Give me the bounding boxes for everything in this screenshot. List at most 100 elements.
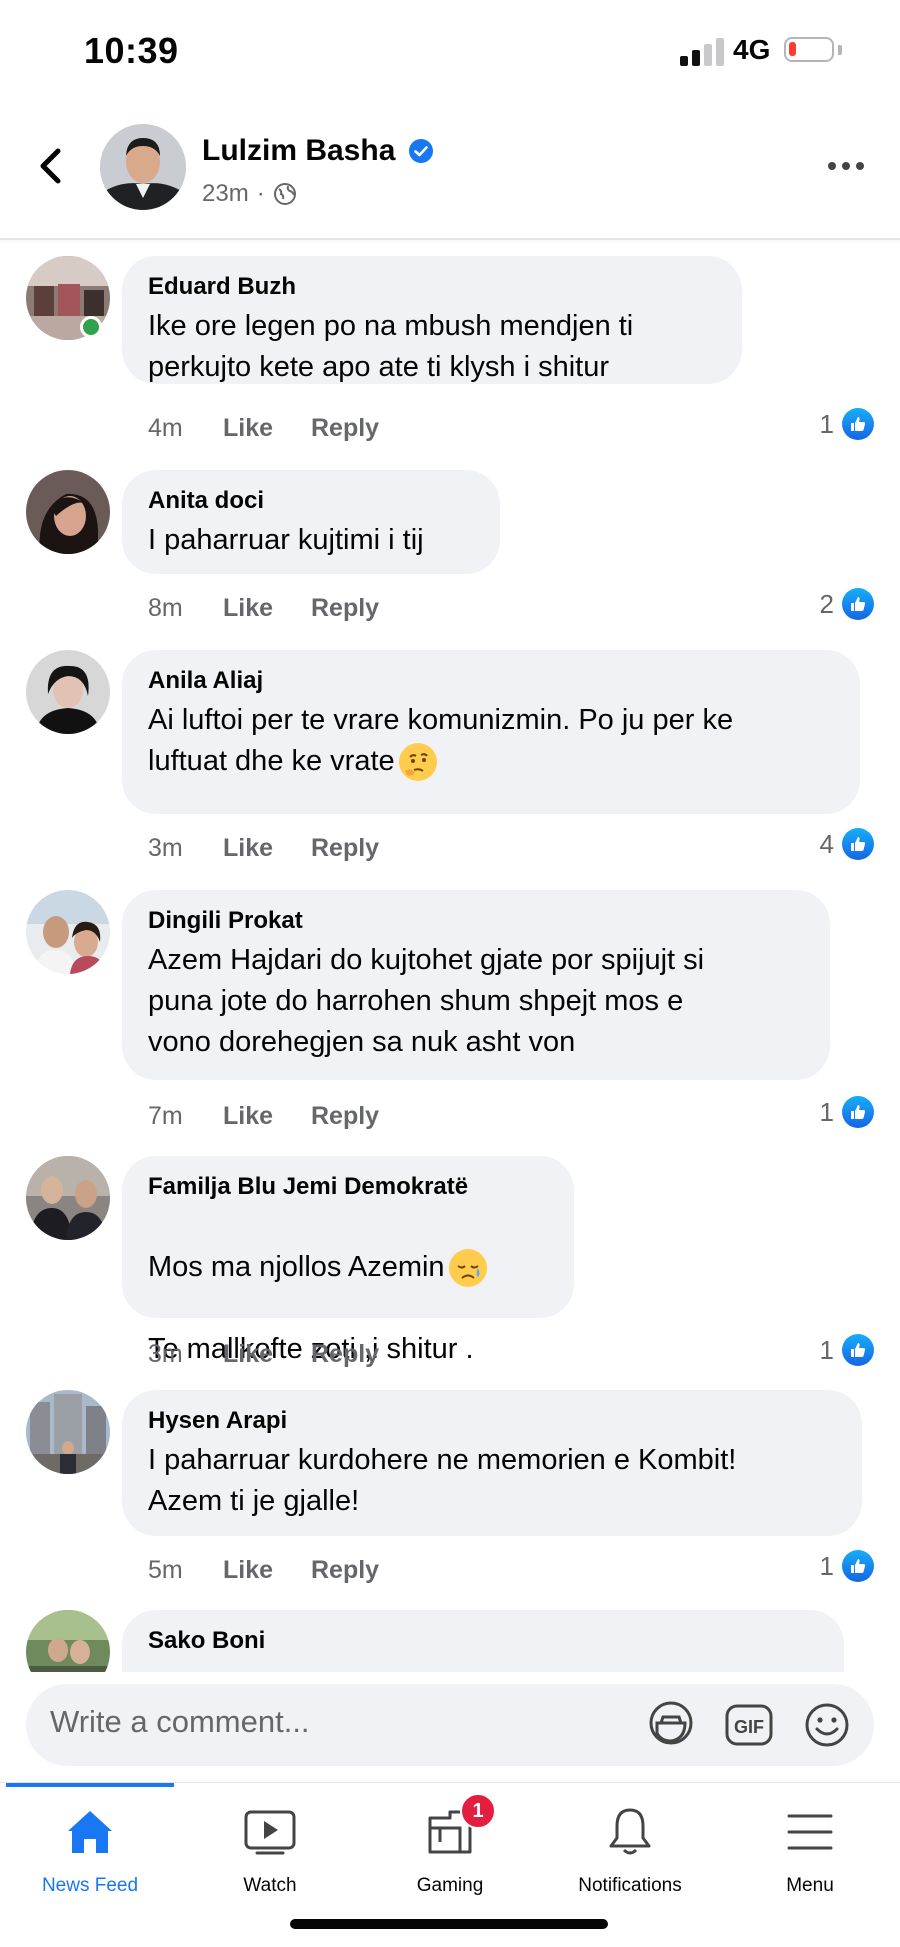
comment-bubble[interactable]: Dingili Prokat Azem Hajdari do kujtohet …: [122, 890, 830, 1080]
reply-button[interactable]: Reply: [311, 1556, 379, 1585]
commenter-avatar[interactable]: [26, 1156, 110, 1240]
sticker-button[interactable]: [644, 1698, 698, 1752]
reaction-count[interactable]: 1: [820, 1550, 874, 1582]
reply-button[interactable]: Reply: [311, 1340, 379, 1369]
reaction-number: 2: [819, 588, 834, 619]
battery-tip: [838, 45, 842, 55]
reply-button[interactable]: Reply: [311, 594, 379, 623]
commenter-avatar[interactable]: [26, 890, 110, 974]
comment-text: Mos ma njollos Azemin Te mallkofte zoti …: [148, 1206, 548, 1411]
reply-button[interactable]: Reply: [311, 834, 379, 863]
commenter-avatar[interactable]: [26, 1390, 110, 1474]
comment-bubble[interactable]: Sako Boni: [122, 1610, 844, 1672]
commenter-avatar[interactable]: [26, 650, 110, 734]
comment-input[interactable]: Write a comment...: [50, 1704, 310, 1740]
home-icon: [0, 1801, 180, 1863]
comment-time: 4m: [148, 414, 183, 442]
comment-bubble[interactable]: Familja Blu Jemi Demokratë Mos ma njollo…: [122, 1156, 574, 1365]
signal-icon: [680, 36, 724, 66]
commenter-avatar[interactable]: [26, 1610, 110, 1672]
commenter-name[interactable]: Hysen Arapi: [148, 1406, 836, 1436]
status-time: 10:39: [84, 30, 179, 71]
notification-badge: 1: [460, 1793, 496, 1829]
gif-button[interactable]: GIF: [722, 1698, 776, 1752]
reply-button[interactable]: Reply: [311, 1102, 379, 1131]
smiley-icon: [805, 1703, 849, 1747]
like-button[interactable]: Like: [223, 834, 311, 863]
commenter-name[interactable]: Sako Boni: [148, 1626, 818, 1656]
reaction-count[interactable]: 1: [820, 1096, 874, 1128]
post-meta: 23m ·: [202, 180, 297, 208]
post-header: Lulzim Basha 23m ·: [0, 100, 900, 240]
tab-watch[interactable]: Watch: [180, 1801, 360, 1897]
tab-label: Watch: [243, 1875, 297, 1896]
comment-text-content: Mos ma njollos Azemin: [148, 1251, 445, 1283]
tab-gaming[interactable]: 1 Gaming: [360, 1793, 540, 1897]
tab-label: Menu: [786, 1875, 834, 1896]
like-button[interactable]: Like: [223, 1556, 311, 1585]
more-options-button[interactable]: [828, 156, 868, 176]
sticker-icon: [649, 1701, 693, 1745]
like-button[interactable]: Like: [223, 594, 311, 623]
author-avatar[interactable]: [100, 124, 186, 210]
active-tab-indicator: [6, 1783, 174, 1787]
commenter-name[interactable]: Anila Aliaj: [148, 666, 834, 696]
comment-input-container[interactable]: Write a comment... GIF: [26, 1684, 874, 1766]
globe-icon: [273, 183, 296, 205]
like-button[interactable]: Like: [223, 414, 311, 443]
comments-list: Eduard Buzh Ike ore legen po na mbush me…: [0, 240, 900, 1672]
svg-text:GIF: GIF: [734, 1717, 764, 1737]
comment-actions: 7m Like Reply: [148, 1102, 379, 1131]
comment-bubble[interactable]: Eduard Buzh Ike ore legen po na mbush me…: [122, 256, 742, 384]
comment-bubble[interactable]: Hysen Arapi I paharruar kurdohere ne mem…: [122, 1390, 862, 1536]
comment-actions: 5m Like Reply: [148, 1556, 379, 1585]
like-reaction-icon: [842, 1096, 874, 1128]
comment-bubble[interactable]: Anila Aliaj Ai luftoi per te vrare komun…: [122, 650, 860, 814]
comment-time: 3m: [148, 1340, 183, 1368]
tab-menu[interactable]: Menu: [720, 1801, 900, 1897]
reaction-count[interactable]: 1: [820, 408, 874, 440]
bell-icon: [540, 1801, 720, 1863]
tab-label: News Feed: [41, 1875, 139, 1896]
reaction-count[interactable]: 1: [820, 1334, 874, 1366]
battery-icon: [784, 37, 834, 62]
commenter-name[interactable]: Eduard Buzh: [148, 272, 716, 302]
chevron-left-icon: [40, 148, 61, 184]
gaming-icon: 1: [360, 1793, 540, 1863]
author-name[interactable]: Lulzim Basha: [202, 134, 395, 168]
tab-notifications[interactable]: Notifications: [540, 1801, 720, 1897]
verified-badge-icon: [409, 139, 433, 163]
watch-icon: [180, 1801, 360, 1863]
reaction-number: 1: [819, 1096, 834, 1127]
like-reaction-icon: [842, 828, 874, 860]
comment-text-content: Ai luftoi per te vrare komunizmin. Po ju…: [148, 704, 734, 777]
comment-text: Ike ore legen po na mbush mendjen ti per…: [148, 310, 634, 383]
reaction-number: 4: [819, 828, 834, 859]
reaction-count[interactable]: 4: [820, 828, 874, 860]
comment-text-line: Mos ma njollos Azemin: [148, 1247, 548, 1288]
comment-time: 8m: [148, 594, 183, 622]
sad-face-emoji-icon: [448, 1249, 487, 1288]
comment-bubble[interactable]: Anita doci I paharruar kujtimi i tij: [122, 470, 500, 574]
post-time[interactable]: 23m: [202, 180, 249, 208]
like-reaction-icon: [842, 1334, 874, 1366]
tab-news-feed[interactable]: News Feed: [0, 1801, 180, 1897]
tab-label: Gaming: [416, 1875, 484, 1896]
like-button[interactable]: Like: [223, 1102, 311, 1131]
back-button[interactable]: [30, 146, 70, 186]
like-button[interactable]: Like: [223, 1340, 311, 1369]
comment-time: 7m: [148, 1102, 183, 1130]
bottom-tab-bar: News Feed Watch 1 Gaming Notifications M…: [0, 1782, 900, 1947]
reply-button[interactable]: Reply: [311, 414, 379, 443]
like-reaction-icon: [842, 408, 874, 440]
commenter-name[interactable]: Anita doci: [148, 486, 474, 516]
comment-text: Azem Hajdari do kujtohet gjate por spiju…: [148, 944, 705, 1058]
commenter-name[interactable]: Dingili Prokat: [148, 906, 804, 936]
comment-time: 3m: [148, 834, 183, 862]
emoji-button[interactable]: [800, 1698, 854, 1752]
commenter-avatar[interactable]: [26, 470, 110, 554]
menu-icon: [720, 1801, 900, 1863]
commenter-name[interactable]: Familja Blu Jemi Demokratë: [148, 1172, 548, 1202]
comment-text: Ai luftoi per te vrare komunizmin. Po ju…: [148, 700, 834, 782]
reaction-count[interactable]: 2: [820, 588, 874, 620]
